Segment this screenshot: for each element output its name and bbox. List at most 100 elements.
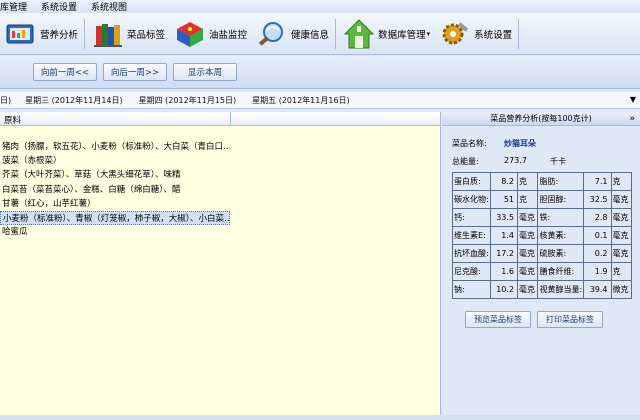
toolbar-label-button[interactable]: 菜品标签 [87, 15, 169, 53]
table-row: 蛋白质: 8.2 克 脂肪: 7.1 克 [452, 172, 632, 191]
toolbar: 营养分析 菜品标签 油盐监控 健康信息 数据库管理 ▾ 系统设置 [0, 13, 640, 55]
day-tab-thursday[interactable]: 星期四 (2012年11月15日) [131, 95, 245, 106]
toolbar-label: 系统设置 [474, 29, 513, 41]
dish-name-value: 炒猫耳朵 [504, 139, 536, 148]
nutrient-value: 0.1 [583, 226, 612, 245]
toolbar-settings-button[interactable]: 系统设置 [434, 15, 516, 53]
energy-value: 273.7 [504, 156, 527, 165]
toolbar-oil-salt-button[interactable]: 油盐监控 [169, 15, 251, 53]
table-row: 抗坏血酸: 17.2 毫克 硫胺素: 0.2 毫克 [452, 244, 632, 263]
status-bar [0, 415, 640, 420]
ingredients-panel: 原料 猪肉（扬膘，软五花）、小麦粉（标准粉）、大白菜（青白口… 菠菜（赤根菜） … [0, 112, 441, 415]
nutrient-name: 视黄醇当量: [537, 280, 585, 299]
toolbar-health-button[interactable]: 健康信息 [251, 15, 333, 53]
toolbar-label: 油盐监控 [209, 29, 248, 41]
next-week-button[interactable]: 向后一周>> [103, 63, 167, 81]
nutrient-unit: 毫克 [517, 208, 539, 227]
nutrient-name: 胆固醇: [537, 190, 585, 209]
nutrient-unit: 毫克 [517, 262, 539, 281]
nutrient-value: 8.2 [489, 172, 519, 191]
nutrition-icon [4, 17, 38, 51]
nutrient-value: 2.8 [583, 208, 612, 227]
energy-unit: 千卡 [550, 157, 566, 166]
day-tab-wednesday[interactable]: 星期三 (2012年11月14日) [19, 95, 131, 106]
nutrient-value: 17.2 [489, 244, 519, 263]
toolbar-label: 营养分析 [40, 29, 79, 41]
table-row: 碳水化物: 51 克 胆固醇: 32.5 毫克 [452, 190, 632, 209]
toolbar-separator [518, 18, 520, 49]
table-row: 钙: 33.5 毫克 铁: 2.8 毫克 [452, 208, 632, 227]
nutrient-name: 脂肪: [537, 172, 585, 191]
nutrient-value: 1.6 [489, 262, 519, 281]
table-row: 钠: 10.2 毫克 视黄醇当量: 39.4 微克 [452, 280, 632, 299]
day-tabs: 日) 星期三 (2012年11月14日) 星期四 (2012年11月15日) 星… [0, 92, 640, 109]
nutrient-value: 33.5 [489, 208, 519, 227]
nutrition-panel: 菜品营养分析(按每100克计) » 菜品名称: 炒猫耳朵 总能量: 273.7 … [442, 112, 640, 415]
gear-icon [438, 17, 472, 51]
ingredients-list: 猪肉（扬膘，软五花）、小麦粉（标准粉）、大白菜（青白口… 菠菜（赤根菜） 芥菜（… [0, 140, 440, 239]
nutrient-unit: 毫克 [610, 226, 632, 245]
nutrient-name: 膳食纤维: [537, 262, 585, 281]
column-divider[interactable] [230, 112, 231, 126]
nutrient-name: 核黄素: [537, 226, 585, 245]
print-label-button[interactable]: 打印菜品标签 [537, 311, 603, 328]
menu-item-settings[interactable]: 系统设置 [41, 0, 83, 13]
cube-icon [173, 17, 207, 51]
list-item-selected[interactable]: 小麦粉（标准粉）、青椒（灯笼椒，柿子椒，大椒）、小白菜… [0, 210, 230, 226]
dropdown-arrow-icon[interactable]: ▼ [630, 95, 636, 104]
nutrient-unit: 毫克 [517, 226, 539, 245]
menu-item-library[interactable]: 库管理 [0, 0, 33, 13]
nutrient-unit: 微克 [610, 280, 632, 299]
menu-item-view[interactable]: 系统视图 [91, 0, 133, 13]
dropdown-arrow-icon[interactable]: ▾ [427, 30, 431, 38]
panel-title: 菜品营养分析(按每100克计) » [442, 112, 640, 126]
column-header-ingredients[interactable]: 原料 [4, 114, 21, 126]
list-item[interactable]: 芥菜（大叶芥菜）、草菇（大黑头细花草）、味精 [0, 168, 230, 182]
day-tab[interactable]: 日) [0, 95, 19, 106]
nutrient-value: 1.4 [489, 226, 519, 245]
day-tab-friday[interactable]: 星期五 (2012年11月16日) [244, 95, 358, 106]
toolbar-label: 健康信息 [291, 29, 330, 41]
list-item[interactable]: 哈蜜瓜 [0, 225, 230, 239]
table-row: 尼克酸: 1.6 毫克 膳食纤维: 1.9 克 [452, 262, 632, 281]
toolbar-separator [335, 18, 337, 49]
list-item[interactable]: 甘薯（红心，山芋红薯） [0, 197, 230, 211]
nutrient-name: 钙: [452, 208, 491, 227]
nutrient-name: 硫胺素: [537, 244, 585, 263]
current-week-button[interactable]: 显示本周 [173, 63, 237, 81]
nutrient-name: 尼克酸: [452, 262, 491, 281]
books-icon [91, 17, 125, 51]
list-header: 原料 [0, 112, 440, 126]
nutrient-unit: 毫克 [610, 208, 632, 227]
nutrient-unit: 克 [517, 172, 539, 191]
nutrition-table: 蛋白质: 8.2 克 脂肪: 7.1 克 碳水化物: 51 克 胆固醇: 32.… [452, 172, 632, 299]
nutrient-name: 蛋白质: [452, 172, 491, 191]
nutrient-unit: 毫克 [610, 190, 632, 209]
house-icon [342, 17, 376, 51]
toolbar-nutrition-button[interactable]: 营养分析 [0, 15, 82, 53]
list-item[interactable]: 菠菜（赤根菜） [0, 154, 230, 168]
dish-name-label: 菜品名称: [452, 139, 487, 148]
collapse-icon[interactable]: » [629, 112, 635, 126]
nutrient-name: 铁: [537, 208, 585, 227]
preview-label-button[interactable]: 预览菜品标签 [465, 311, 531, 328]
magnifier-icon [255, 17, 289, 51]
toolbar-database-button[interactable]: 数据库管理 ▾ [338, 15, 434, 53]
nutrient-value: 1.9 [583, 262, 612, 281]
nutrient-name: 钠: [452, 280, 491, 299]
toolbar-separator [84, 18, 86, 49]
nutrient-name: 碳水化物: [452, 190, 491, 209]
nutrient-value: 51 [489, 190, 519, 209]
nutrient-unit: 克 [517, 190, 539, 209]
nutrient-value: 10.2 [489, 280, 519, 299]
list-item[interactable]: 白菜苔（菜苔菜心）、金糕、白糖（绵白糖）、醋 [0, 183, 230, 197]
nutrient-value: 32.5 [583, 190, 612, 209]
week-nav-panel: 向前一周<< 向后一周>> 显示本周 [0, 56, 640, 89]
prev-week-button[interactable]: 向前一周<< [33, 63, 97, 81]
nutrient-name: 维生素E: [452, 226, 491, 245]
list-item[interactable]: 猪肉（扬膘，软五花）、小麦粉（标准粉）、大白菜（青白口… [0, 140, 230, 154]
nutrient-value: 0.2 [583, 244, 612, 263]
nutrient-unit: 毫克 [517, 280, 539, 299]
panel-title-text: 菜品营养分析(按每100克计) [490, 114, 592, 123]
nutrient-name: 抗坏血酸: [452, 244, 491, 263]
